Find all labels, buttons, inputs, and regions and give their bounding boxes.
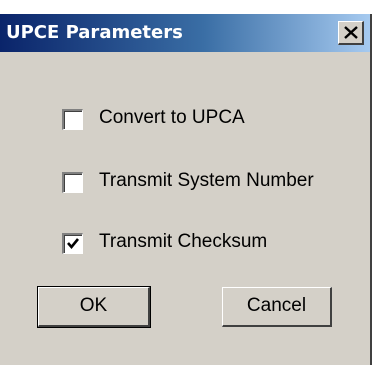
title-bar[interactable]: UPCE Parameters: [0, 14, 370, 52]
dialog-title: UPCE Parameters: [6, 22, 183, 43]
checkmark-icon: [67, 238, 80, 250]
convert-to-upca-checkbox[interactable]: [62, 109, 83, 130]
transmit-checksum-label[interactable]: Transmit Checksum: [99, 231, 267, 253]
transmit-system-number-label[interactable]: Transmit System Number: [99, 170, 314, 192]
close-button[interactable]: [338, 21, 364, 45]
upce-parameters-dialog: UPCE Parameters Convert to UPCA Transmit…: [0, 14, 372, 365]
transmit-system-number-checkbox[interactable]: [62, 172, 83, 193]
convert-to-upca-label[interactable]: Convert to UPCA: [99, 107, 245, 129]
close-icon: [344, 26, 358, 39]
cancel-button[interactable]: Cancel: [222, 287, 332, 327]
ok-button[interactable]: OK: [37, 286, 151, 328]
transmit-checksum-checkbox[interactable]: [62, 233, 83, 254]
